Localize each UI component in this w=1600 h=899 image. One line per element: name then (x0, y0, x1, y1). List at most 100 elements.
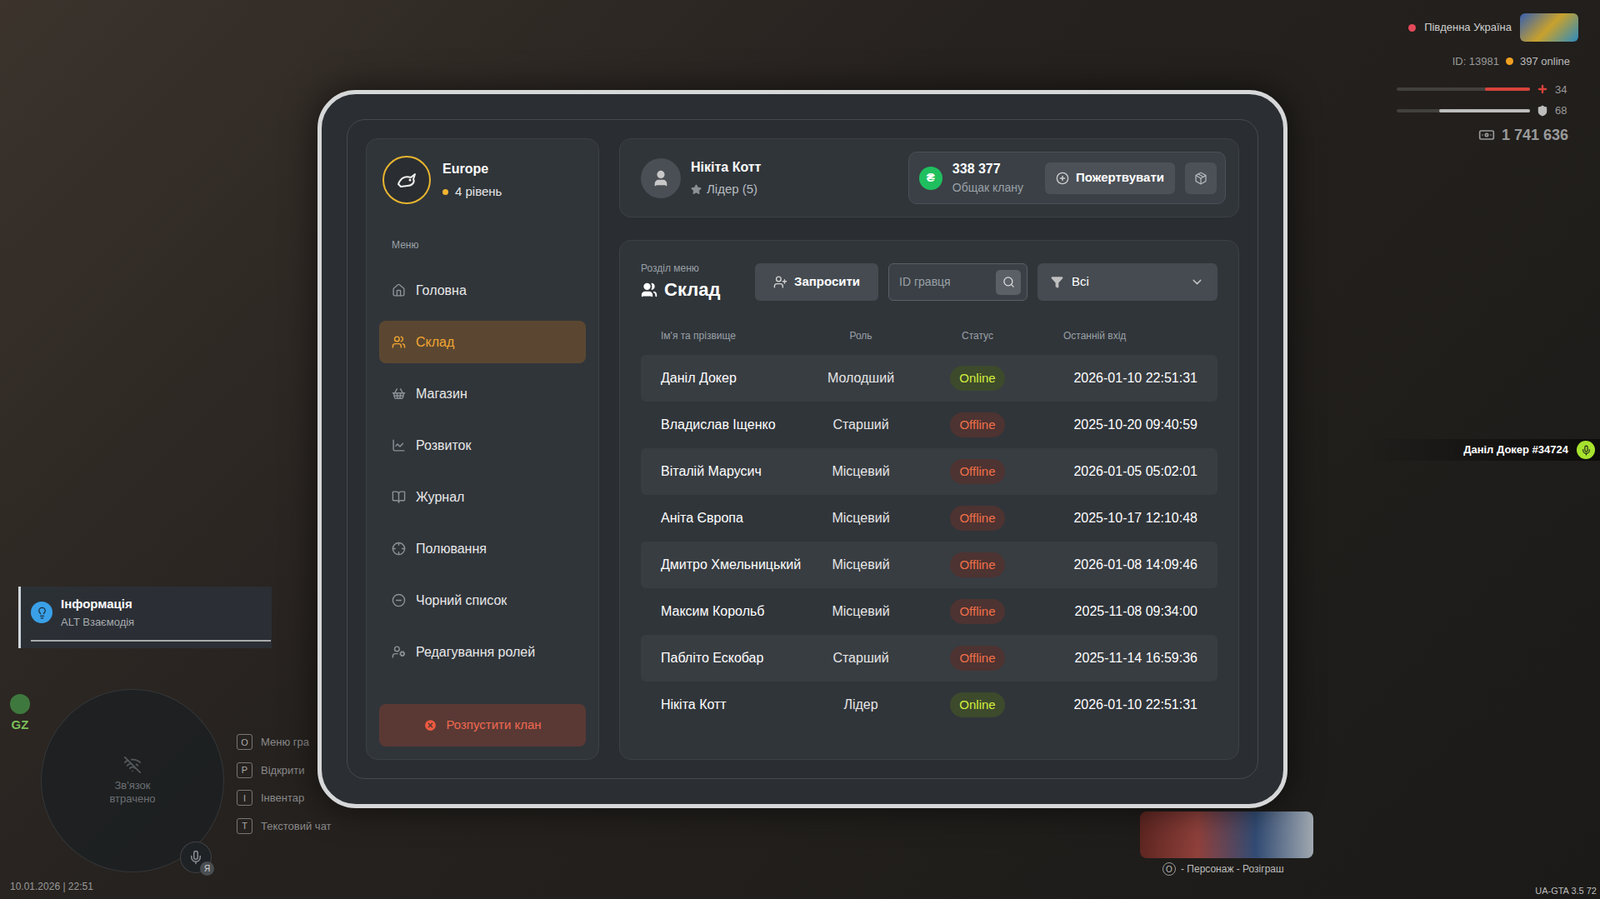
signal-lost-icon (123, 755, 142, 775)
member-last-login: 2025-10-17 12:10:48 (1040, 508, 1198, 529)
member-role: Місцевий (806, 461, 915, 482)
sidebar-item[interactable]: Полювання (379, 527, 586, 570)
profile-role: Лідер (5) (706, 180, 758, 200)
voice-mic-icon (1576, 440, 1595, 460)
members-card: Розділ менюСкладЗапроситиВсіІм'я та пріз… (619, 240, 1240, 760)
role-star-icon (690, 184, 702, 195)
member-role: Лідер (806, 695, 915, 715)
voice-button[interactable]: Я (180, 841, 212, 874)
health-reading: 34 (1555, 81, 1570, 99)
info-notification: ІнформаціяALT Взаємодія (18, 586, 272, 649)
member-name: Даніл Докер (660, 370, 807, 387)
info-timer-line (30, 640, 271, 642)
disband-button[interactable]: Розпустити клан (379, 704, 586, 747)
members-icon (640, 281, 658, 299)
server-name: Південна Україна (1424, 19, 1512, 36)
table-row[interactable]: Нікіта КоттЛідерOnline2026-01-10 22:51:3… (640, 681, 1218, 729)
search-icon (1002, 275, 1015, 289)
status-badge: Offline (950, 599, 1005, 625)
sidebar-item[interactable]: Журнал (379, 475, 586, 519)
member-name: Пабліто Ескобар (660, 650, 807, 667)
table-row[interactable]: Віталій МарусичМісцевий Offline 2026-01-05… (640, 448, 1218, 495)
member-role: Старший (806, 648, 915, 669)
table-row[interactable]: Аніта ЄвропаМісцевийOffline2025-10-17 12… (640, 495, 1218, 542)
sidebar-menu: Головна Склад Магазин Розвиток Журнал Полюван… (379, 269, 586, 674)
key-cap: O (236, 734, 253, 750)
member-last-login: 2026-01-05 05:02:01 (1040, 461, 1198, 482)
online-count: 397 online (1520, 53, 1570, 70)
table-row[interactable]: Максим КорольбМісцевийOffline2025-11-08 … (640, 588, 1218, 635)
user-plus-icon (773, 275, 788, 290)
treasury-history-button[interactable] (1185, 162, 1217, 195)
sidebar-item[interactable]: Магазин (379, 372, 586, 415)
health-bar (1396, 87, 1530, 91)
microphone-icon (188, 850, 204, 865)
search-field[interactable] (888, 263, 1028, 301)
tablet-screen: Europe4 рівеньМенюГоловнаСкладМагазинРоз… (346, 119, 1259, 780)
table-header: Ім'я та прізвищеРольСтатусОстанній вхід (640, 328, 1218, 344)
server-pin-icon (1408, 24, 1416, 32)
avatar-icon (640, 158, 681, 199)
table-row[interactable]: Даніл ДокерМолодшийOnline2026-01-10 22:5… (640, 355, 1218, 402)
filter-dropdown[interactable]: Всі (1037, 263, 1218, 301)
member-last-login: 2025-11-14 16:59:36 (1040, 648, 1198, 669)
table-row[interactable]: Пабліто ЕскобарСтарший Offline 2025-11-14 … (640, 635, 1218, 682)
table-row[interactable]: Дмитро ХмельницькийМісцевийOffline2026-0… (640, 541, 1218, 589)
key-hint: I Інвентар (236, 790, 332, 807)
member-role: Місцевий (806, 555, 915, 575)
armor-reading: 68 (1555, 102, 1570, 120)
info-hint: ALT Взаємодія (60, 614, 135, 631)
sidebar-item-icon (391, 490, 406, 505)
donate-button[interactable]: Пожертвувати (1045, 162, 1175, 195)
giveaway-key: O (1162, 862, 1176, 876)
currency-icon: ₴ (919, 166, 943, 190)
status-badge: Online (950, 365, 1005, 392)
member-name: Владислав Іщенко (660, 416, 807, 434)
mic-badge: Я (200, 861, 215, 876)
search-input[interactable] (899, 273, 996, 291)
status-badge: Offline (950, 459, 1005, 485)
status-badge: Online (950, 692, 1005, 719)
sidebar-item-icon (391, 335, 406, 350)
clan-logo-icon (382, 155, 431, 205)
clan-level: 4 рівень (455, 182, 502, 202)
profile-card: Нікіта КоттЛідер (5)₴338 377Общак клануП… (619, 138, 1240, 218)
member-role: Місцевий (806, 508, 915, 529)
treasury-label: Общак клану (952, 179, 1024, 197)
treasury-amount: 338 377 (952, 159, 1024, 180)
sidebar-item[interactable]: Розвиток (379, 424, 586, 467)
column-header: Статус (915, 328, 1040, 344)
main-area: Нікіта КоттЛідер (5)₴338 377Общак клануП… (619, 138, 1240, 760)
sidebar-item[interactable]: Чорний список (379, 579, 586, 622)
table-row[interactable]: Владислав ІщенкоСтаршийOffline2025-10-20… (640, 401, 1218, 449)
member-last-login: 2025-10-20 09:40:59 (1040, 415, 1198, 435)
armor-bar-fill (1439, 109, 1530, 113)
sidebar-item-icon (391, 386, 406, 401)
key-label: Інвентар (260, 790, 305, 807)
status-badge: Offline (950, 645, 1005, 672)
status-badge: Offline (950, 552, 1005, 579)
zone-icon (10, 694, 30, 715)
key-label: Відкрити (260, 762, 305, 780)
search-button[interactable] (995, 270, 1021, 295)
member-last-login: 2026-01-08 14:09:46 (1040, 555, 1198, 575)
sidebar-item[interactable]: Склад (379, 320, 586, 364)
menu-label: Меню (379, 237, 586, 253)
datetime: 10.01.2026 | 22:51 (10, 879, 94, 895)
plus-circle-icon (1055, 171, 1070, 185)
sidebar-item[interactable]: Головна (379, 269, 586, 312)
invite-button[interactable]: Запросити (755, 263, 879, 301)
giveaway-banner[interactable] (1140, 811, 1314, 859)
giveaway-hint: O- Персонаж - Розіграш (1162, 861, 1285, 877)
info-bulb-icon (30, 601, 53, 624)
health-icon (1536, 83, 1549, 95)
sidebar-item[interactable]: Редагування ролей (379, 630, 586, 674)
key-cap: I (236, 790, 253, 806)
minimap-message: Зв'язок втрачено (95, 779, 170, 807)
status-badge: Offline (950, 505, 1005, 532)
player-tag-name: Даніл Докер #34724 (1463, 441, 1569, 459)
key-cap: T (236, 818, 253, 835)
player-tag: Даніл Докер #34724 (1366, 439, 1600, 461)
health-bar-fill (1485, 87, 1530, 91)
member-name: Віталій Марусич (660, 463, 807, 480)
